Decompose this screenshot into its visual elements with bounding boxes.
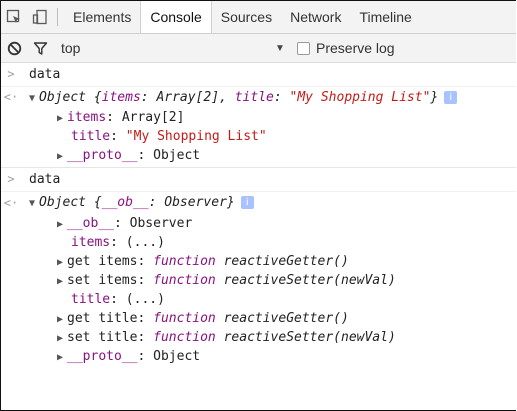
console-input-row: > data [1, 63, 516, 87]
input-prompt-icon: > [7, 67, 15, 81]
dropdown-arrow-icon[interactable]: ▼ [275, 43, 295, 54]
result-arrow-icon: <· [3, 90, 19, 104]
tree-row[interactable]: items: (...) [1, 233, 516, 252]
expanded-triangle-icon[interactable]: ▼ [29, 198, 35, 209]
devtools-tabbar: Elements Console Sources Network Timelin… [1, 1, 516, 34]
input-prompt-icon: > [7, 172, 15, 186]
collapsed-triangle-icon[interactable]: ▶ [57, 352, 63, 363]
expanded-triangle-icon[interactable]: ▼ [29, 93, 35, 104]
filter-icon[interactable] [27, 41, 53, 56]
clear-console-icon[interactable] [1, 41, 27, 56]
console-toolbar: top ▼ Preserve log [1, 34, 516, 63]
collapsed-triangle-icon[interactable]: ▶ [57, 113, 63, 124]
object-summary[interactable]: ▼ Object {items: Array[2], title: "My Sho… [29, 87, 458, 109]
console-input-text: data [29, 67, 61, 82]
tree-row[interactable]: ▶ set items: function reactiveSetter(newV… [1, 271, 516, 290]
collapsed-triangle-icon[interactable]: ▶ [57, 151, 63, 162]
console-result-row[interactable]: <· ▼ Object {__ob__: Observer} i [1, 192, 516, 214]
collapsed-triangle-icon[interactable]: ▶ [57, 276, 63, 287]
result-arrow-icon: <· [3, 196, 19, 210]
tree-row[interactable]: ▶ __proto__: Object [1, 146, 516, 167]
tree-row[interactable]: title: (...) [1, 290, 516, 309]
console-input-row: > data [1, 167, 516, 192]
device-mode-icon[interactable] [27, 1, 53, 33]
tree-row[interactable]: ▶ set title: function reactiveSetter(newV… [1, 328, 516, 347]
tree-row[interactable]: ▶ __proto__: Object [1, 347, 516, 366]
collapsed-triangle-icon[interactable]: ▶ [57, 219, 63, 230]
context-selector[interactable]: top [61, 40, 275, 56]
tree-row[interactable]: ▶ get title: function reactiveGetter() [1, 309, 516, 328]
collapsed-triangle-icon[interactable]: ▶ [57, 314, 63, 325]
console-output: > data <· ▼ Object {items: Array[2], titl… [1, 63, 516, 366]
inspect-element-icon[interactable] [1, 1, 27, 33]
tab-timeline[interactable]: Timeline [350, 1, 420, 33]
tree-row[interactable]: ▶ get items: function reactiveGetter() [1, 252, 516, 271]
console-result-row[interactable]: <· ▼ Object {items: Array[2], title: "My … [1, 87, 516, 108]
console-input-text: data [29, 172, 61, 187]
tree-row[interactable]: ▶ __ob__: Observer [1, 214, 516, 233]
info-icon[interactable]: i [444, 91, 458, 104]
object-summary[interactable]: ▼ Object {__ob__: Observer} i [29, 192, 254, 215]
tree-row: title: "My Shopping List" [71, 129, 267, 144]
tab-network[interactable]: Network [281, 1, 350, 33]
collapsed-triangle-icon[interactable]: ▶ [57, 333, 63, 344]
tab-elements[interactable]: Elements [64, 1, 140, 33]
toolbar-divider [57, 8, 58, 26]
preserve-log-checkbox[interactable] [297, 41, 310, 55]
collapsed-triangle-icon[interactable]: ▶ [57, 257, 63, 268]
tab-sources[interactable]: Sources [212, 1, 281, 33]
tab-console[interactable]: Console [140, 1, 212, 33]
tree-row[interactable]: ▶ items: Array[2] [1, 108, 516, 127]
preserve-log-label: Preserve log [316, 40, 395, 56]
info-icon[interactable]: i [240, 196, 254, 209]
devtools-window: Elements Console Sources Network Timelin… [0, 0, 516, 411]
